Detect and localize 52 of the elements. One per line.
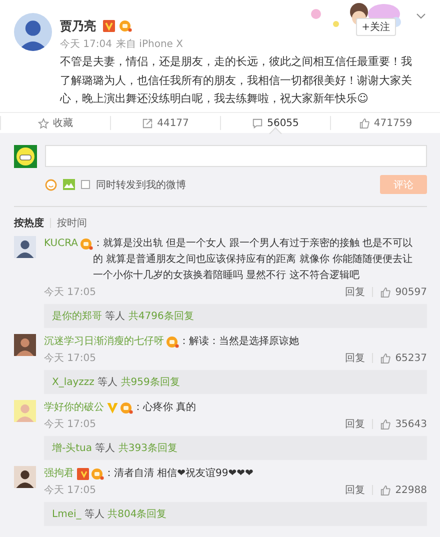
comment-text: ：解读：当然是选择原谅她 bbox=[179, 334, 300, 349]
replier-suffix: 等人 bbox=[95, 443, 116, 454]
star-icon bbox=[38, 118, 49, 128]
sync-checkbox[interactable] bbox=[81, 180, 90, 189]
commenter-name[interactable]: 学好你的破公 bbox=[44, 400, 104, 416]
follow-button[interactable]: +关注 bbox=[356, 18, 396, 36]
comment-text: ：就算是没出轨 但是一个女人 跟一个男人有过于亲密的接触 也是不可以的 就算是普通朋友之间也应该保持应有的距离 就像你 你能随随便便去让一个小你十几岁的女孩换着陪睡吗 显然不行 这不符合逻辑吧 bbox=[92, 236, 414, 283]
reply-link[interactable]: 回复 bbox=[345, 483, 366, 497]
commenter-name[interactable]: 强拘君 bbox=[44, 466, 74, 482]
comment-time: 今天 17:05 bbox=[44, 286, 96, 299]
avatar[interactable] bbox=[14, 13, 52, 51]
post-source: 来自 iPhone X bbox=[116, 38, 183, 51]
avatar[interactable] bbox=[14, 236, 36, 258]
favorite-tab[interactable]: 收藏 bbox=[0, 116, 110, 130]
sort-tab[interactable]: 按时间 bbox=[57, 216, 87, 230]
image-icon[interactable] bbox=[63, 179, 75, 190]
post-time: 今天 17:04 bbox=[60, 38, 112, 51]
like-tab[interactable]: 471759 bbox=[330, 116, 440, 130]
reply-link[interactable]: 回复 bbox=[345, 285, 366, 299]
replier-suffix: 等人 bbox=[105, 311, 126, 322]
author-name[interactable]: 贾乃亮 bbox=[60, 18, 96, 34]
replier-suffix: 等人 bbox=[84, 509, 104, 520]
comment-time: 今天 17:05 bbox=[44, 484, 96, 497]
sort-tab[interactable]: 按热度 bbox=[14, 216, 44, 230]
chevron-down-icon[interactable] bbox=[416, 13, 426, 19]
comment-text: ：清者自清 相信❤祝友谊99❤❤❤ bbox=[104, 466, 254, 481]
thumbs-up-icon bbox=[380, 286, 392, 298]
repost-icon bbox=[142, 118, 154, 128]
commenter-name[interactable]: 沉迷学习日渐消瘦的七仔呀 bbox=[44, 334, 164, 350]
comment-time: 今天 17:05 bbox=[44, 418, 96, 431]
avatar bbox=[14, 145, 37, 168]
avatar[interactable] bbox=[14, 466, 36, 488]
post-text: 不管是夫妻，情侣，还是朋友，走的长远，彼此之间相互信任最重要！我了解璐璐为人，也信任我所有的朋友，我相信一切都很美好！谢谢大家关心，晚上演出舞还没练明白呢，我去练舞啦，祝大家新年快乐☺ bbox=[60, 54, 413, 107]
like-button[interactable]: 35643 bbox=[380, 418, 427, 430]
replier-suffix: 等人 bbox=[98, 377, 118, 388]
sync-label[interactable]: 同时转发到我的微博 bbox=[96, 178, 186, 192]
comment-input[interactable] bbox=[45, 145, 427, 167]
thumbs-up-icon bbox=[380, 352, 392, 364]
repost-tab[interactable]: 44177 bbox=[110, 116, 220, 130]
comment-icon bbox=[252, 118, 264, 128]
thumbs-up-icon bbox=[358, 118, 370, 128]
comment-time: 今天 17:05 bbox=[44, 352, 96, 365]
thumbs-up-icon bbox=[380, 484, 392, 496]
like-button[interactable]: 65237 bbox=[380, 352, 427, 364]
emoji-icon[interactable] bbox=[45, 178, 57, 190]
like-button[interactable]: 22988 bbox=[380, 484, 427, 496]
comment-text: ：心疼你 真的 bbox=[133, 400, 198, 415]
reply-link[interactable]: 回复 bbox=[345, 351, 366, 365]
reply-link[interactable]: 回复 bbox=[345, 417, 366, 431]
commenter-name[interactable]: KUCRA bbox=[44, 236, 78, 252]
like-button[interactable]: 90597 bbox=[380, 286, 427, 298]
thumbs-up-icon bbox=[380, 418, 392, 430]
